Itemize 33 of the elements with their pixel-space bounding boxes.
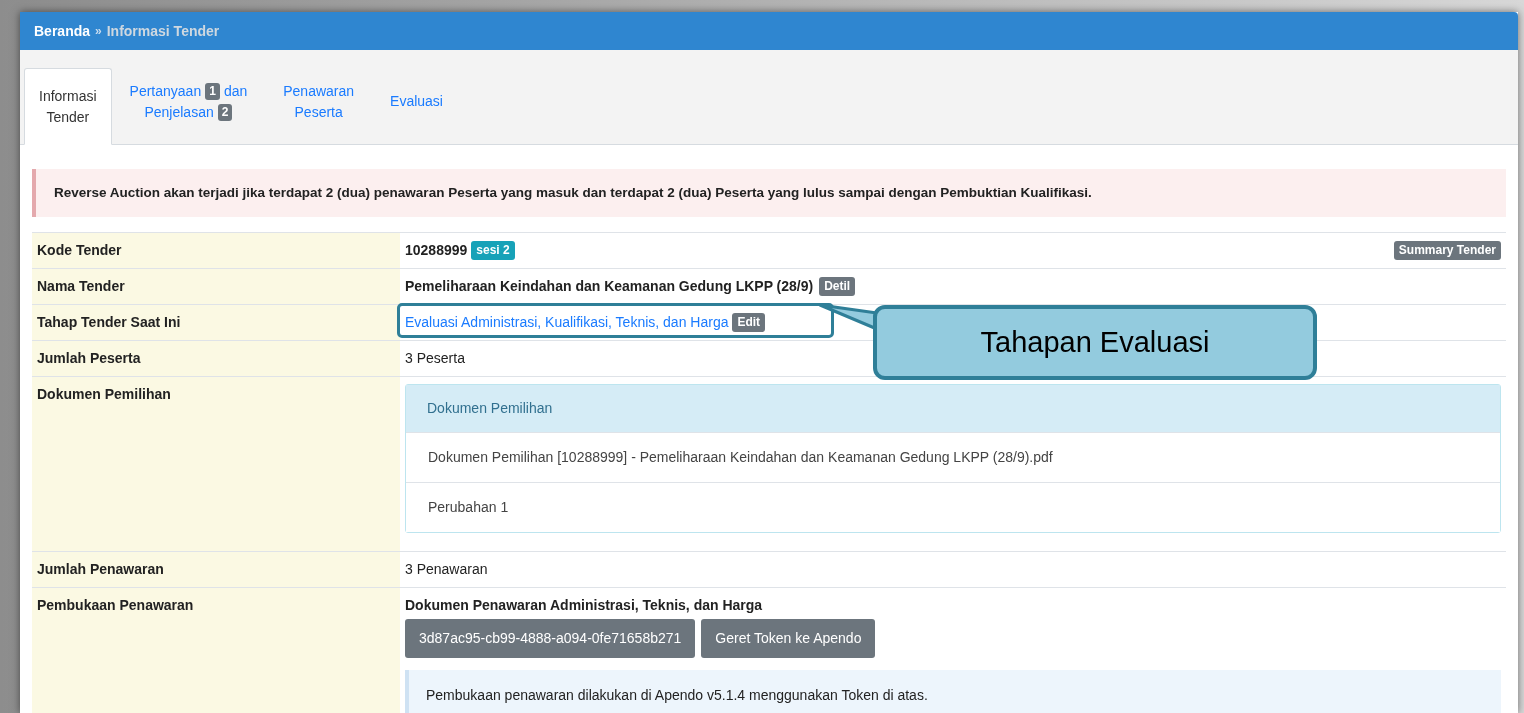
field-value: 3 Penawaran	[405, 561, 488, 578]
field-label: Pembukaan Penawaran	[32, 588, 400, 713]
send-token-button[interactable]: Geret Token ke Apendo	[701, 619, 876, 659]
field-value: Pemeliharaan Keindahan dan Keamanan Gedung LKPP (28/9)	[405, 277, 814, 297]
info-note: Pembukaan penawaran dilakukan di Apendo v5.1.4 menggunakan Token di atas.	[405, 670, 1501, 713]
tab[interactable]: Informasi Tender	[24, 68, 112, 145]
breadcrumb-link[interactable]: Beranda	[34, 20, 91, 42]
field-label: Dokumen Pemilihan	[32, 377, 400, 552]
alert-message: Reverse Auction akan terjadi jika terdapat 2 (dua) penawaran Peserta yang masuk dan terdapat 2 (dua) Peserta yang lulus sampai dengan Pembuktian Kualifikasi.	[32, 169, 1506, 218]
field-label: Jumlah Penawaran	[32, 552, 400, 588]
token-button[interactable]: 3d87ac95-cb99-4888-a094-0fe71658b271	[405, 619, 696, 659]
section-heading: Dokumen Penawaran Administrasi, Teknis, dan Harga	[405, 596, 764, 616]
stage-link[interactable]: Evaluasi Administrasi, Kualifikasi, Teknis, dan Harga	[405, 312, 729, 334]
field-label: Nama Tender	[32, 269, 400, 305]
summary-button[interactable]: Summary Tender	[1393, 241, 1501, 261]
tab[interactable]: Penawaran Peserta	[265, 63, 373, 140]
field-label: Jumlah Peserta	[32, 341, 400, 377]
document-item[interactable]: Perubahan 1	[406, 482, 1500, 533]
field-value: 10288999	[405, 241, 468, 261]
tab[interactable]: Pertanyaan 1 dan Penjelasan 2	[111, 63, 266, 140]
tab[interactable]: Evaluasi	[372, 63, 461, 140]
field-label: Kode Tender	[32, 233, 400, 269]
count-badge: 2	[217, 103, 233, 121]
field-label: Tahap Tender Saat Ini	[32, 305, 400, 341]
detail-button[interactable]: Detil	[819, 277, 856, 297]
breadcrumb-separator: »	[95, 23, 102, 40]
callout-label: Tahapan Evaluasi	[873, 305, 1317, 380]
field-value: 3 Peserta	[405, 350, 465, 367]
panel-heading: Dokumen Pemilihan	[406, 385, 1500, 433]
count-badge: 1	[205, 82, 220, 100]
edit-button[interactable]: Edit	[732, 313, 766, 333]
session-badge: sesi 2	[471, 241, 515, 261]
breadcrumb-current: Informasi Tender	[106, 21, 220, 41]
